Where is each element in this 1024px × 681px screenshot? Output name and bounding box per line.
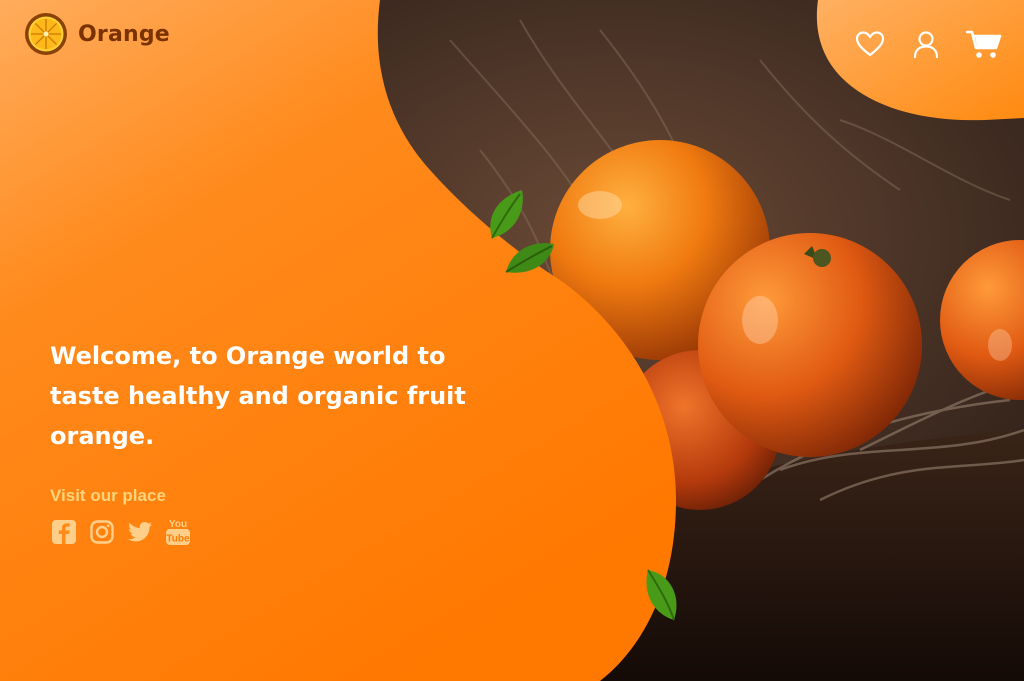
heart-icon[interactable] <box>854 28 886 60</box>
leaf-icon-3 <box>646 569 677 621</box>
brand-logo[interactable]: Orange <box>24 12 170 56</box>
cart-icon[interactable] <box>966 28 1002 60</box>
orange-slice-icon <box>25 13 67 55</box>
leaf-icon-2 <box>505 243 554 273</box>
brand-name: Orange <box>78 21 170 47</box>
user-icon[interactable] <box>910 28 942 60</box>
header-actions <box>854 28 1002 60</box>
twitter-icon[interactable] <box>127 519 153 545</box>
youtube-icon[interactable]: You Tube <box>165 517 191 547</box>
social-links: You Tube <box>51 517 191 547</box>
instagram-icon[interactable] <box>89 519 115 545</box>
visit-label: Visit our place <box>50 486 166 505</box>
facebook-icon[interactable] <box>51 519 77 545</box>
youtube-text-bottom: Tube <box>166 534 190 545</box>
youtube-text-top: You <box>169 519 187 530</box>
hero-headline: Welcome, to Orange world to taste health… <box>50 342 466 450</box>
